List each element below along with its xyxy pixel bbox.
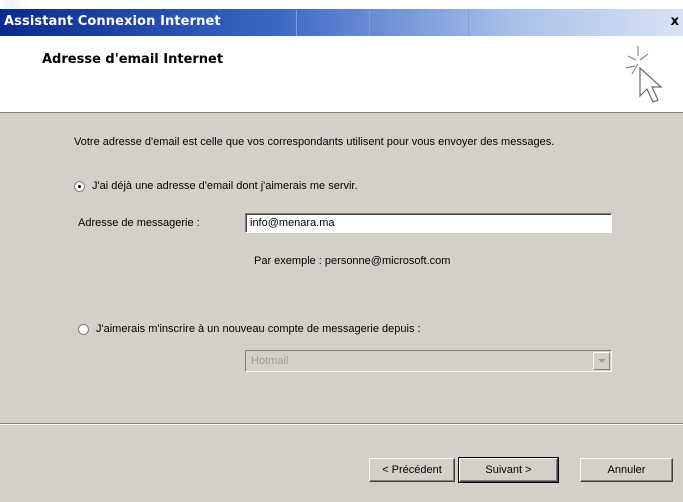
title-bar: Assistant Connexion Internet x xyxy=(0,0,683,36)
wizard-window: Assistant Connexion Internet x Adresse d… xyxy=(0,0,683,502)
window-title: Assistant Connexion Internet xyxy=(4,14,221,29)
chevron-down-icon[interactable] xyxy=(593,352,610,370)
existing-email-radio[interactable] xyxy=(74,181,85,192)
back-button[interactable]: < Précédent xyxy=(369,458,455,482)
wizard-header xyxy=(0,36,683,113)
cancel-button[interactable]: Annuler xyxy=(580,458,673,482)
provider-select[interactable]: Hotmail xyxy=(245,350,612,372)
new-account-radio[interactable] xyxy=(78,324,89,335)
email-example-hint: Par exemple : personne@microsoft.com xyxy=(254,255,451,267)
title-divider xyxy=(468,10,469,36)
new-account-label[interactable]: J'aimerais m'inscrire à un nouveau compt… xyxy=(96,323,421,335)
wizard-sparkle-cursor-icon xyxy=(625,46,663,103)
footer-divider xyxy=(0,423,683,425)
close-icon[interactable]: x xyxy=(671,14,679,29)
next-button[interactable]: Suivant > xyxy=(458,457,559,483)
email-field[interactable]: info@menara.ma xyxy=(245,213,612,233)
email-field-label: Adresse de messagerie : xyxy=(78,217,200,229)
intro-text: Votre adresse d'email est celle que vos … xyxy=(74,136,555,148)
provider-select-value: Hotmail xyxy=(251,355,289,367)
title-divider xyxy=(296,10,297,36)
page-title: Adresse d'email Internet xyxy=(42,52,224,67)
existing-email-label[interactable]: J'ai déjà une adresse d'email dont j'aim… xyxy=(92,180,358,192)
title-divider xyxy=(369,10,370,36)
